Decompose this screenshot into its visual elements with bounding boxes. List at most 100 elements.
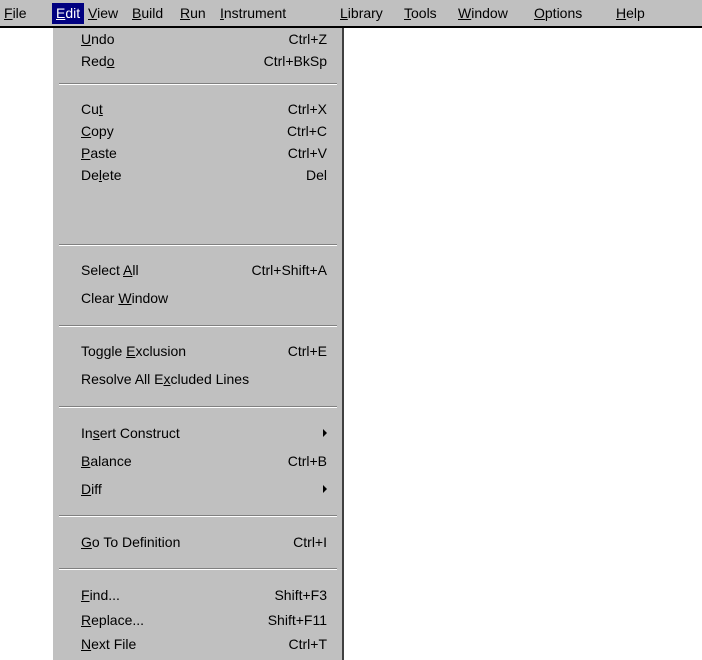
menu-run[interactable]: Run xyxy=(176,3,210,24)
menu-build[interactable]: Build xyxy=(128,3,167,24)
menu-item-shortcut: Ctrl+C xyxy=(286,123,327,139)
menu-options-post: ptions xyxy=(544,5,583,21)
menu-window-post: indow xyxy=(471,5,508,21)
label-accel: N xyxy=(81,636,92,652)
menu-help[interactable]: Help xyxy=(612,3,649,24)
menu-help-post: elp xyxy=(626,5,645,21)
menu-item-next-file[interactable]: Next File Ctrl+T xyxy=(53,633,343,655)
menu-build-key: B xyxy=(132,5,142,21)
menu-separator xyxy=(59,515,337,517)
menu-file-post: ile xyxy=(12,5,27,21)
label-post: eplace... xyxy=(91,612,145,628)
menu-instrument-post: nstrument xyxy=(223,5,287,21)
menu-item-resolve-excluded[interactable]: Resolve All Excluded Lines xyxy=(53,368,343,390)
label-accel: D xyxy=(81,481,92,497)
menu-library[interactable]: Library xyxy=(336,3,387,24)
menu-run-post: un xyxy=(190,5,206,21)
menu-item-find[interactable]: Find... Shift+F3 xyxy=(53,584,343,606)
menu-item-go-to-definition[interactable]: Go To Definition Ctrl+I xyxy=(53,531,343,553)
menu-separator xyxy=(59,406,337,408)
menu-item-shortcut: Ctrl+X xyxy=(287,101,327,117)
menu-item-label: Clear Window xyxy=(81,287,168,309)
label-post: alance xyxy=(90,453,132,469)
label-pre: Cu xyxy=(81,101,99,117)
menu-item-shortcut: Ctrl+B xyxy=(287,453,327,469)
menu-item-label: Balance xyxy=(81,450,132,472)
menu-item-label: Copy xyxy=(81,120,114,142)
menu-item-shortcut: Ctrl+Z xyxy=(288,31,328,47)
label-post: indow xyxy=(131,290,169,306)
menu-item-label: Cut xyxy=(81,98,103,120)
menu-item-balance[interactable]: Balance Ctrl+B xyxy=(53,450,343,472)
menu-item-label: Next File xyxy=(81,633,136,655)
menu-tools[interactable]: Tools xyxy=(400,3,441,24)
menu-item-delete[interactable]: Delete Del xyxy=(53,164,343,186)
label-post: ind... xyxy=(89,587,120,603)
menu-view[interactable]: View xyxy=(84,3,122,24)
menu-window[interactable]: Window xyxy=(454,3,512,24)
label-accel: o xyxy=(106,53,115,69)
menu-edit-key: E xyxy=(56,5,66,21)
edit-menu-dropdown: Undo Ctrl+Z Redo Ctrl+BkSp Cut Ctrl+X Co… xyxy=(52,28,344,660)
label-post: iff xyxy=(91,481,102,497)
label-accel: P xyxy=(81,145,91,161)
label-pre: Resolve All E xyxy=(81,371,164,387)
menu-item-label: Go To Definition xyxy=(81,531,180,553)
menu-library-key: L xyxy=(340,5,348,21)
menu-item-shortcut: Ctrl+T xyxy=(288,636,328,652)
menu-item-shortcut: Ctrl+Shift+A xyxy=(251,262,327,278)
menu-item-label: Select All xyxy=(81,259,139,281)
menu-item-label: Find... xyxy=(81,584,120,606)
menu-tools-key: T xyxy=(404,5,411,21)
menu-item-shortcut: Ctrl+E xyxy=(287,343,327,359)
menu-view-post: iew xyxy=(97,5,119,21)
menu-view-key: V xyxy=(88,5,98,21)
menu-item-label: Undo xyxy=(81,28,114,50)
label-post: cluded Lines xyxy=(170,371,250,387)
label-accel: F xyxy=(81,587,90,603)
menu-item-undo[interactable]: Undo Ctrl+Z xyxy=(53,28,343,50)
menu-item-label: Redo xyxy=(81,50,114,72)
label-post: aste xyxy=(90,145,117,161)
menu-item-redo[interactable]: Redo Ctrl+BkSp xyxy=(53,50,343,72)
menu-file[interactable]: File xyxy=(0,3,31,24)
menu-separator xyxy=(59,568,337,570)
menu-item-label: Replace... xyxy=(81,609,144,631)
menu-item-label: Resolve All Excluded Lines xyxy=(81,368,249,390)
menu-item-clear-window[interactable]: Clear Window xyxy=(53,287,343,309)
menu-edit-post: dit xyxy=(65,5,81,21)
menu-separator xyxy=(59,325,337,327)
label-pre: Red xyxy=(81,53,107,69)
menu-options[interactable]: Options xyxy=(530,3,586,24)
label-pre: Toggle xyxy=(81,343,127,359)
menu-item-cut[interactable]: Cut Ctrl+X xyxy=(53,98,343,120)
menu-item-shortcut: Shift+F11 xyxy=(267,612,327,628)
menu-item-toggle-exclusion[interactable]: Toggle Exclusion Ctrl+E xyxy=(53,340,343,362)
label-accel: E xyxy=(126,343,136,359)
menu-item-label: Delete xyxy=(81,164,122,186)
label-accel: U xyxy=(81,31,92,47)
label-accel: s xyxy=(92,425,100,441)
menu-item-label: Insert Construct xyxy=(81,422,180,444)
menu-item-copy[interactable]: Copy Ctrl+C xyxy=(53,120,343,142)
menu-item-shortcut: Ctrl+V xyxy=(287,145,327,161)
menu-item-diff[interactable]: Diff xyxy=(53,478,343,500)
menu-bar: File Edit View Build Run Instrument Libr… xyxy=(0,0,702,28)
label-post: ndo xyxy=(91,31,115,47)
label-pre: Select xyxy=(81,262,124,278)
label-accel: t xyxy=(98,101,103,117)
menu-edit[interactable]: Edit xyxy=(52,3,85,24)
menu-item-shortcut: Del xyxy=(305,167,327,183)
menu-item-replace[interactable]: Replace... Shift+F11 xyxy=(53,609,343,631)
menu-item-insert-construct[interactable]: Insert Construct xyxy=(53,422,343,444)
menu-item-paste[interactable]: Paste Ctrl+V xyxy=(53,142,343,164)
menu-item-select-all[interactable]: Select All Ctrl+Shift+A xyxy=(53,259,343,281)
menu-instrument[interactable]: Instrument xyxy=(216,3,290,24)
label-accel: C xyxy=(81,123,92,139)
label-post: ete xyxy=(102,167,122,183)
label-accel: A xyxy=(123,262,133,278)
menu-item-label: Toggle Exclusion xyxy=(81,340,186,362)
menu-separator xyxy=(59,83,337,85)
menu-options-key: O xyxy=(534,5,545,21)
menu-help-key: H xyxy=(616,5,627,21)
